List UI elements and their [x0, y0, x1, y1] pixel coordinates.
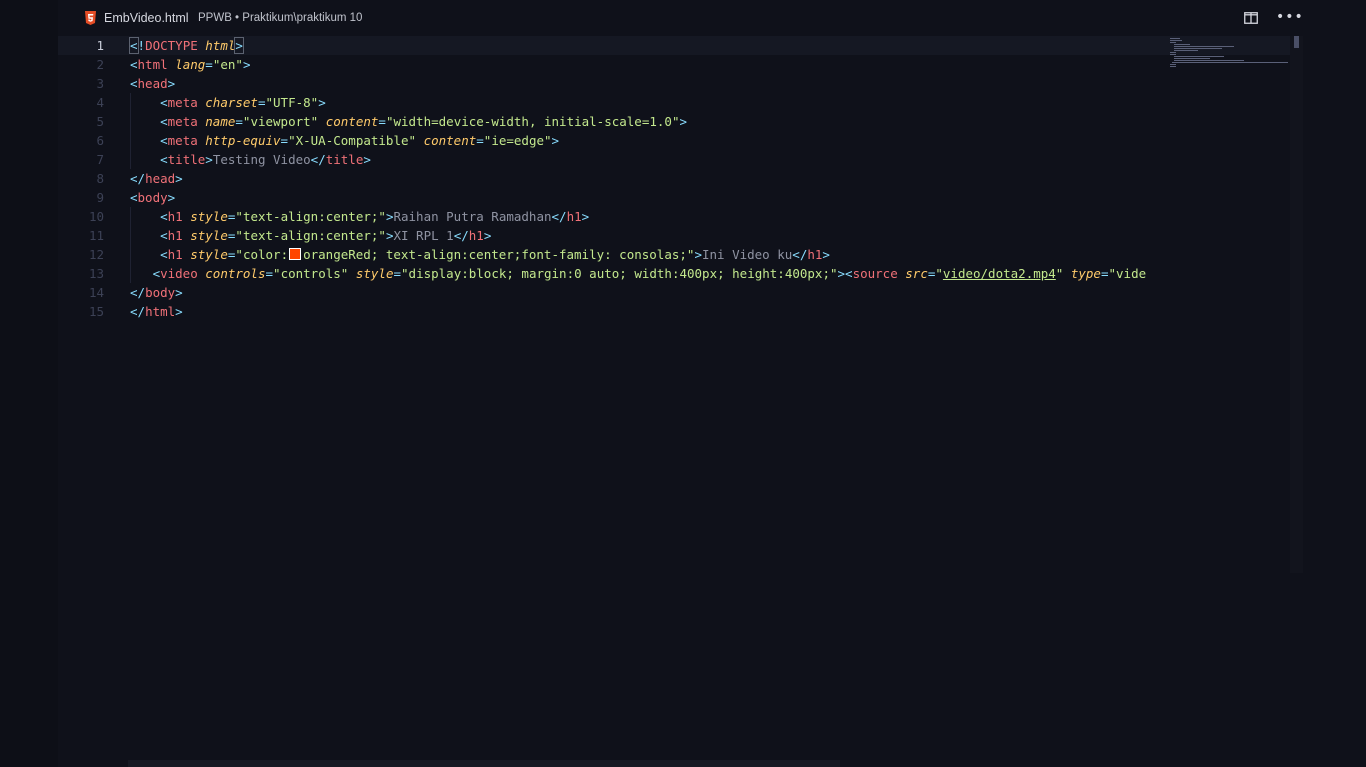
code-line[interactable]: 12 <h1 style="color: orangeRed; text-alig…	[58, 245, 1290, 264]
tab-file-path: PPWB • Praktikum\praktikum 10	[198, 12, 363, 24]
code-text: </head>	[130, 171, 183, 186]
code-text: <meta name="viewport" content="width=dev…	[160, 114, 687, 129]
code-editor[interactable]: 1 <!DOCTYPE html> 2 <html lang="en"> 3 <head>…	[58, 36, 1290, 758]
code-line[interactable]: 6 <meta http-equiv="X-UA-Compatible" con…	[58, 131, 1290, 150]
code-line[interactable]: 1 <!DOCTYPE html>	[58, 36, 1290, 55]
code-text: <!DOCTYPE html>	[129, 37, 244, 54]
line-number: 2	[96, 57, 104, 72]
code-line[interactable]: 13 <video controls="controls" style="dis…	[58, 264, 1290, 283]
code-line[interactable]: 3 <head>	[58, 74, 1290, 93]
code-line[interactable]: 5 <meta name="viewport" content="width=d…	[58, 112, 1290, 131]
minimap[interactable]	[1166, 36, 1290, 72]
code-line[interactable]: 11 <h1 style="text-align:center;">XI RPL…	[58, 226, 1290, 245]
line-number: 8	[96, 171, 104, 186]
line-number: 3	[96, 76, 104, 91]
code-text: <h1 style="color: orangeRed; text-align:c…	[160, 247, 830, 262]
line-number: 9	[96, 190, 104, 205]
code-line[interactable]: 4 <meta charset="UTF-8">	[58, 93, 1290, 112]
code-text: <html lang="en">	[130, 57, 251, 72]
line-number: 12	[88, 247, 104, 262]
code-text: </body>	[130, 285, 183, 300]
code-line[interactable]: 7 <title>Testing Video</title>	[58, 150, 1290, 169]
code-text: <h1 style="text-align:center;">XI RPL 1<…	[160, 228, 492, 243]
line-number: 1	[96, 38, 104, 53]
line-number: 7	[96, 152, 104, 167]
more-actions-icon[interactable]: •••	[1276, 8, 1303, 26]
editor-tab-bar: EmbVideo.html PPWB • Praktikum\praktikum…	[58, 0, 1366, 36]
code-text: </html>	[130, 304, 183, 319]
split-editor-icon[interactable]	[1244, 11, 1258, 25]
code-text: <video controls="controls" style="displa…	[152, 266, 1147, 281]
editor-window: EmbVideo.html PPWB • Praktikum\praktikum…	[0, 0, 1366, 767]
line-number: 5	[96, 114, 104, 129]
line-number: 11	[88, 228, 104, 243]
color-swatch-icon[interactable]	[289, 248, 302, 260]
horizontal-scrollbar[interactable]	[128, 760, 840, 767]
line-number: 14	[88, 285, 104, 300]
code-line[interactable]: 15 </html>	[58, 302, 1290, 321]
left-gutter-strip	[0, 0, 58, 767]
code-line[interactable]: 8 </head>	[58, 169, 1290, 188]
line-number: 10	[88, 209, 104, 224]
code-text: <meta charset="UTF-8">	[160, 95, 326, 110]
code-text: <head>	[130, 76, 176, 91]
line-number: 15	[88, 304, 104, 319]
line-number: 4	[96, 95, 104, 110]
code-line[interactable]: 10 <h1 style="text-align:center;">Raihan…	[58, 207, 1290, 226]
code-line[interactable]: 9 <body>	[58, 188, 1290, 207]
scrollbar-thumb[interactable]	[1294, 36, 1299, 48]
code-text: <h1 style="text-align:center;">Raihan Pu…	[160, 209, 590, 224]
code-line[interactable]: 2 <html lang="en">	[58, 55, 1290, 74]
code-text: <meta http-equiv="X-UA-Compatible" conte…	[160, 133, 560, 148]
line-number: 6	[96, 133, 104, 148]
html5-icon	[85, 11, 96, 25]
tab-file-name[interactable]: EmbVideo.html	[104, 11, 189, 25]
line-number: 13	[88, 266, 104, 281]
code-text: <title>Testing Video</title>	[160, 152, 371, 167]
code-text: <body>	[130, 190, 176, 205]
code-line[interactable]: 14 </body>	[58, 283, 1290, 302]
vertical-scrollbar[interactable]	[1290, 36, 1303, 573]
